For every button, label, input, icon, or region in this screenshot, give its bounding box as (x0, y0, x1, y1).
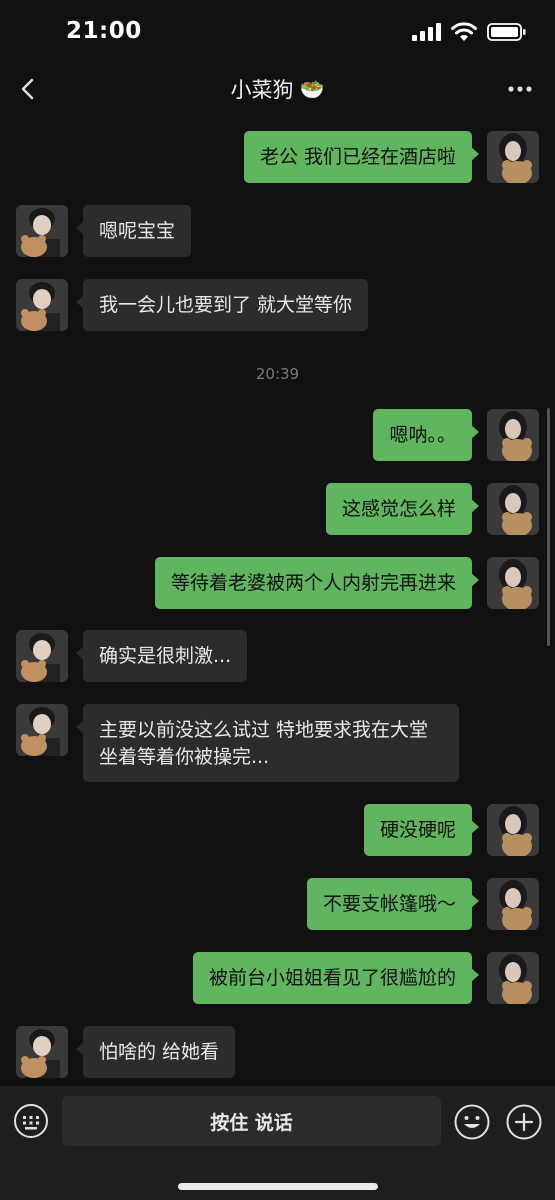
my-avatar[interactable] (487, 804, 539, 856)
message-bubble-outgoing[interactable]: 硬没硬呢 (363, 804, 480, 856)
signal-icon (412, 23, 441, 41)
my-avatar[interactable] (487, 878, 539, 930)
chat-scrollbar[interactable] (547, 408, 550, 646)
contact-avatar[interactable] (16, 1026, 68, 1078)
message-bubble-incoming[interactable]: 嗯呢宝宝 (75, 205, 192, 257)
emoji-icon[interactable] (453, 1103, 491, 1141)
status-bar: 21:00 (0, 0, 555, 62)
message-bubble-outgoing[interactable]: 不要支帐篷哦～ (306, 878, 480, 930)
home-indicator[interactable] (178, 1183, 378, 1190)
message-bubble-outgoing[interactable]: 嗯呐。。 (373, 409, 479, 461)
hold-to-talk-button[interactable]: 按住 说话 (62, 1096, 441, 1146)
message-bubble-outgoing[interactable]: 等待着老婆被两个人内射完再进来 (154, 557, 480, 609)
message-bubble-outgoing[interactable]: 被前台小姐姐看见了很尴尬的 (192, 952, 480, 1004)
salad-emoji-icon: 🥗 (299, 77, 325, 101)
message-bubble-outgoing[interactable]: 这感觉怎么样 (325, 483, 480, 535)
chat-header: 小菜狗 🥗 (0, 62, 555, 116)
wifi-icon (451, 22, 477, 41)
my-avatar[interactable] (487, 483, 539, 535)
message-bubble-incoming[interactable]: 我一会儿也要到了 就大堂等你 (75, 279, 369, 331)
contact-name: 小菜狗 (230, 78, 294, 102)
message-bubble-incoming[interactable]: 怕啥的 给她看 (75, 1026, 236, 1078)
contact-avatar[interactable] (16, 205, 68, 257)
keyboard-icon[interactable] (13, 1103, 49, 1139)
message-bubble-incoming[interactable]: 主要以前没这么试过 特地要求我在大堂坐着等着你被操完... (76, 704, 459, 782)
my-avatar[interactable] (487, 409, 539, 461)
contact-avatar[interactable] (16, 630, 68, 682)
status-time: 21:00 (66, 18, 142, 44)
my-avatar[interactable] (487, 557, 539, 609)
more-dots-icon[interactable] (505, 74, 535, 104)
my-avatar[interactable] (487, 952, 539, 1004)
plus-icon[interactable] (505, 1103, 543, 1141)
message-bubble-incoming[interactable]: 确实是很刺激... (75, 630, 248, 682)
status-icons (411, 22, 527, 42)
my-avatar[interactable] (487, 131, 539, 183)
message-bubble-outgoing[interactable]: 老公 我们已经在酒店啦 (243, 131, 480, 183)
contact-avatar[interactable] (16, 704, 68, 756)
chat-title: 小菜狗 🥗 (0, 74, 555, 104)
message-list[interactable]: 老公 我们已经在酒店啦 嗯呢宝宝 我一会儿也要到了 就大堂等你 20:39 嗯呐… (0, 116, 555, 1086)
message-timestamp: 20:39 (255, 365, 300, 383)
contact-avatar[interactable] (16, 279, 68, 331)
battery-icon (487, 23, 526, 41)
